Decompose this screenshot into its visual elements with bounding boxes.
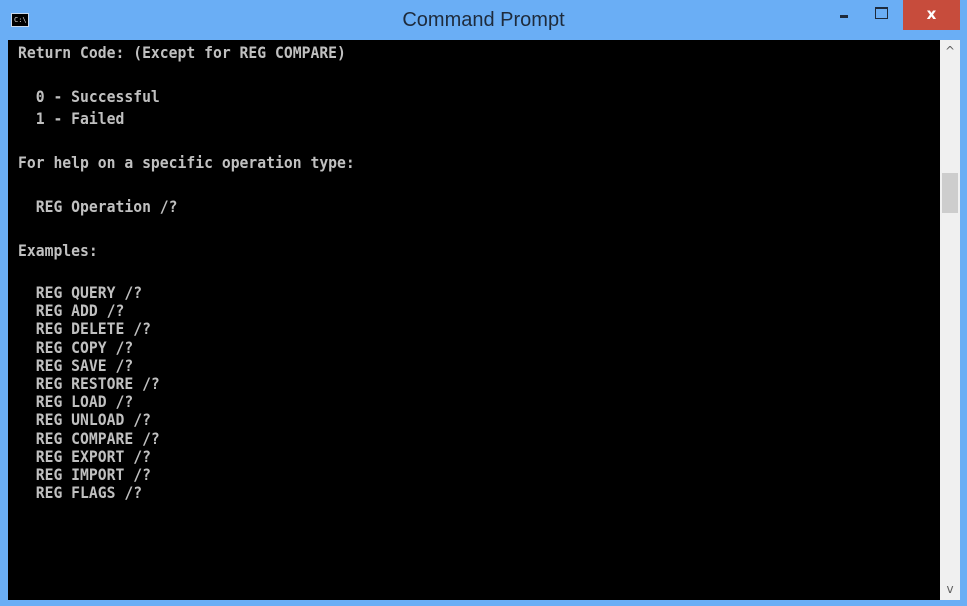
console-line: REG SAVE /? (18, 355, 134, 375)
console-line: REG UNLOAD /? (18, 410, 151, 430)
console-line: REG Operation /? (18, 197, 178, 216)
console-line: For help on a specific operation type: (18, 153, 355, 172)
close-button[interactable]: x (903, 0, 960, 30)
console-line: REG LOAD /? (18, 392, 134, 412)
console-lines: Return Code: (Except for REG COMPARE) 0 … (18, 42, 384, 502)
scroll-down-arrow-icon[interactable]: v (940, 580, 960, 600)
console-line: REG RESTORE /? (18, 373, 160, 393)
scrollbar-thumb[interactable] (942, 173, 958, 213)
console-line: Examples: (18, 241, 98, 260)
console-line: REG DELETE /? (18, 319, 151, 339)
window-bottom-border (0, 600, 967, 606)
console-line: REG FLAGS /? (18, 483, 143, 503)
console-line: REG COMPARE /? (18, 428, 160, 448)
console-line: REG QUERY /? (18, 283, 143, 302)
maximize-icon (875, 7, 888, 19)
console-line: REG COPY /? (18, 337, 134, 357)
window-title: Command Prompt (402, 9, 565, 31)
console-line: REG ADD /? (18, 301, 125, 321)
minimize-button[interactable] (829, 0, 859, 29)
minimize-icon (840, 15, 848, 18)
console-line: REG IMPORT /? (18, 464, 151, 484)
console-output[interactable]: Return Code: (Except for REG COMPARE) 0 … (8, 40, 940, 600)
close-icon: x (926, 5, 937, 23)
console-line: 1 - Failed (18, 109, 125, 128)
maximize-button[interactable] (866, 0, 896, 29)
console-line: Return Code: (Except for REG COMPARE) (18, 43, 346, 62)
command-prompt-window: C:\ Command Prompt x Return Code: (Excep… (0, 0, 967, 606)
title-bar[interactable]: C:\ Command Prompt x (0, 0, 967, 40)
console-line: 0 - Successful (18, 87, 160, 106)
console-line: REG EXPORT /? (18, 446, 151, 466)
scroll-up-arrow-icon[interactable]: ^ (940, 40, 960, 60)
vertical-scrollbar[interactable]: ^ v (940, 40, 960, 600)
